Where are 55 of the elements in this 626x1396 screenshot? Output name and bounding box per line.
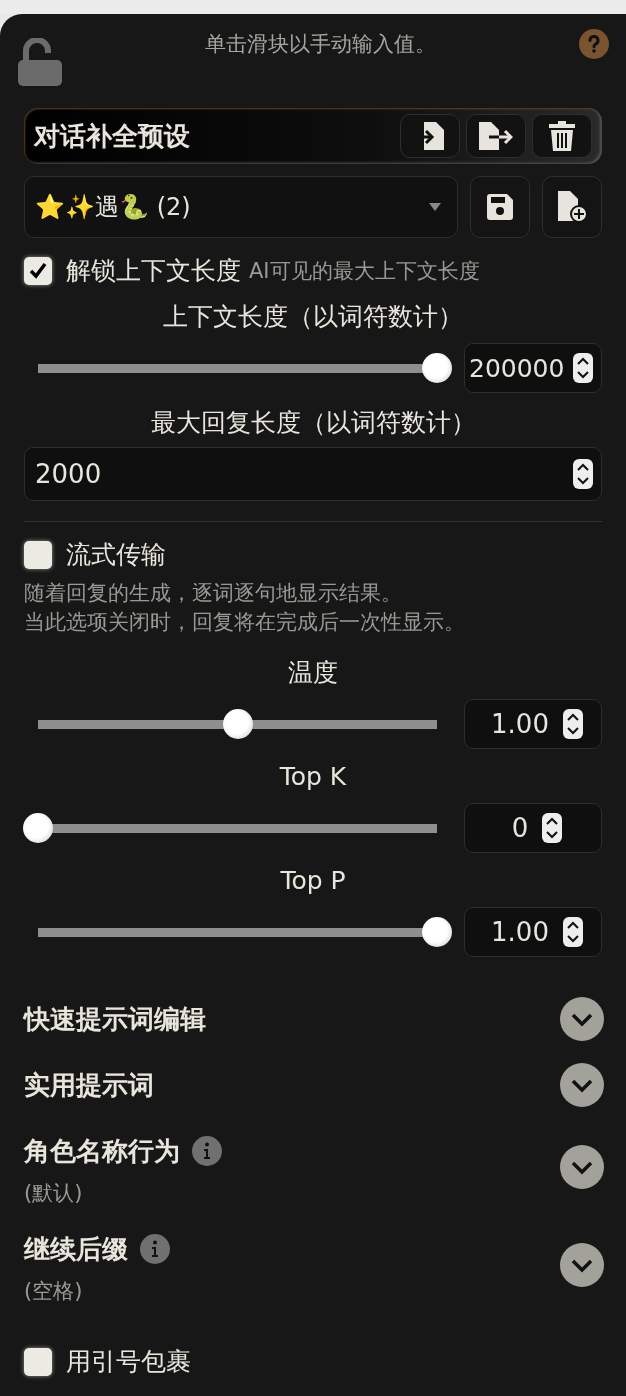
field-label: 最大回复长度（以词符数计） bbox=[150, 406, 476, 439]
help-icon[interactable] bbox=[579, 29, 609, 59]
unlocked-padlock-icon[interactable] bbox=[18, 38, 62, 86]
section-title: 角色名称行为 bbox=[24, 1134, 180, 1168]
number-field[interactable]: 0 bbox=[464, 803, 602, 853]
checkbox[interactable] bbox=[24, 540, 52, 569]
export-button[interactable] bbox=[466, 114, 526, 158]
number-field[interactable]: 1.00 bbox=[464, 907, 602, 957]
hint-text: 单击滑块以手动输入值。 bbox=[204, 31, 437, 58]
spinner-icon bbox=[562, 709, 583, 739]
dropdown-caret-icon bbox=[429, 203, 441, 211]
checkbox[interactable] bbox=[24, 1347, 52, 1376]
slider-label: Top K bbox=[279, 761, 347, 791]
section-value: (空格) bbox=[24, 1278, 84, 1305]
checkbox-label: 流式传输 bbox=[66, 539, 166, 571]
checkbox-label: 用引号包裹 bbox=[66, 1346, 191, 1378]
number-field[interactable]: 2000 bbox=[24, 447, 602, 501]
preset-dropdown[interactable]: ⭐✨遇🐍 (2) bbox=[24, 176, 458, 238]
slider-label: Top P bbox=[280, 865, 346, 895]
import-button[interactable] bbox=[400, 114, 460, 158]
number-field[interactable]: 1.00 bbox=[464, 699, 602, 749]
file-export-icon bbox=[479, 121, 513, 151]
description-text: 当此选项关闭时，回复将在完成后一次性显示。 bbox=[24, 609, 466, 636]
section-title: 继续后缀 bbox=[24, 1232, 128, 1266]
expand-chevron-icon[interactable] bbox=[560, 1063, 604, 1107]
section-value: (默认) bbox=[24, 1180, 84, 1207]
slider-label: 上下文长度（以词符数计） bbox=[163, 300, 463, 333]
checkbox[interactable] bbox=[24, 256, 52, 285]
slider-thumb[interactable] bbox=[23, 813, 53, 843]
section-title: 实用提示词 bbox=[24, 1068, 154, 1102]
expand-chevron-icon[interactable] bbox=[560, 997, 604, 1041]
expand-chevron-icon[interactable] bbox=[560, 1145, 604, 1189]
number-field[interactable]: 200000 bbox=[464, 343, 602, 393]
spinner-icon bbox=[562, 917, 583, 947]
slider-label: 温度 bbox=[288, 656, 338, 689]
save-button[interactable] bbox=[470, 176, 530, 238]
trash-icon bbox=[549, 121, 575, 151]
delete-button[interactable] bbox=[532, 114, 592, 158]
slider-thumb[interactable] bbox=[422, 917, 452, 947]
checkbox-note: AI可见的最大上下文长度 bbox=[249, 257, 480, 285]
slider-thumb[interactable] bbox=[422, 353, 452, 383]
preset-title: 对话补全预设 bbox=[34, 119, 190, 153]
new-file-button[interactable] bbox=[542, 176, 602, 238]
info-icon[interactable] bbox=[140, 1234, 170, 1264]
expand-chevron-icon[interactable] bbox=[560, 1243, 604, 1287]
info-icon[interactable] bbox=[192, 1136, 222, 1166]
section-title: 快速提示词编辑 bbox=[24, 1002, 206, 1036]
checkbox-label: 解锁上下文长度 bbox=[66, 255, 241, 287]
slider-thumb[interactable] bbox=[222, 709, 253, 739]
checkmark-icon bbox=[28, 260, 48, 281]
file-plus-icon bbox=[556, 191, 588, 223]
description-text: 随着回复的生成，逐词逐句地显示结果。 bbox=[24, 580, 403, 607]
spinner-icon bbox=[573, 353, 593, 383]
spinner-icon bbox=[542, 813, 563, 843]
spinner-icon bbox=[573, 459, 593, 489]
